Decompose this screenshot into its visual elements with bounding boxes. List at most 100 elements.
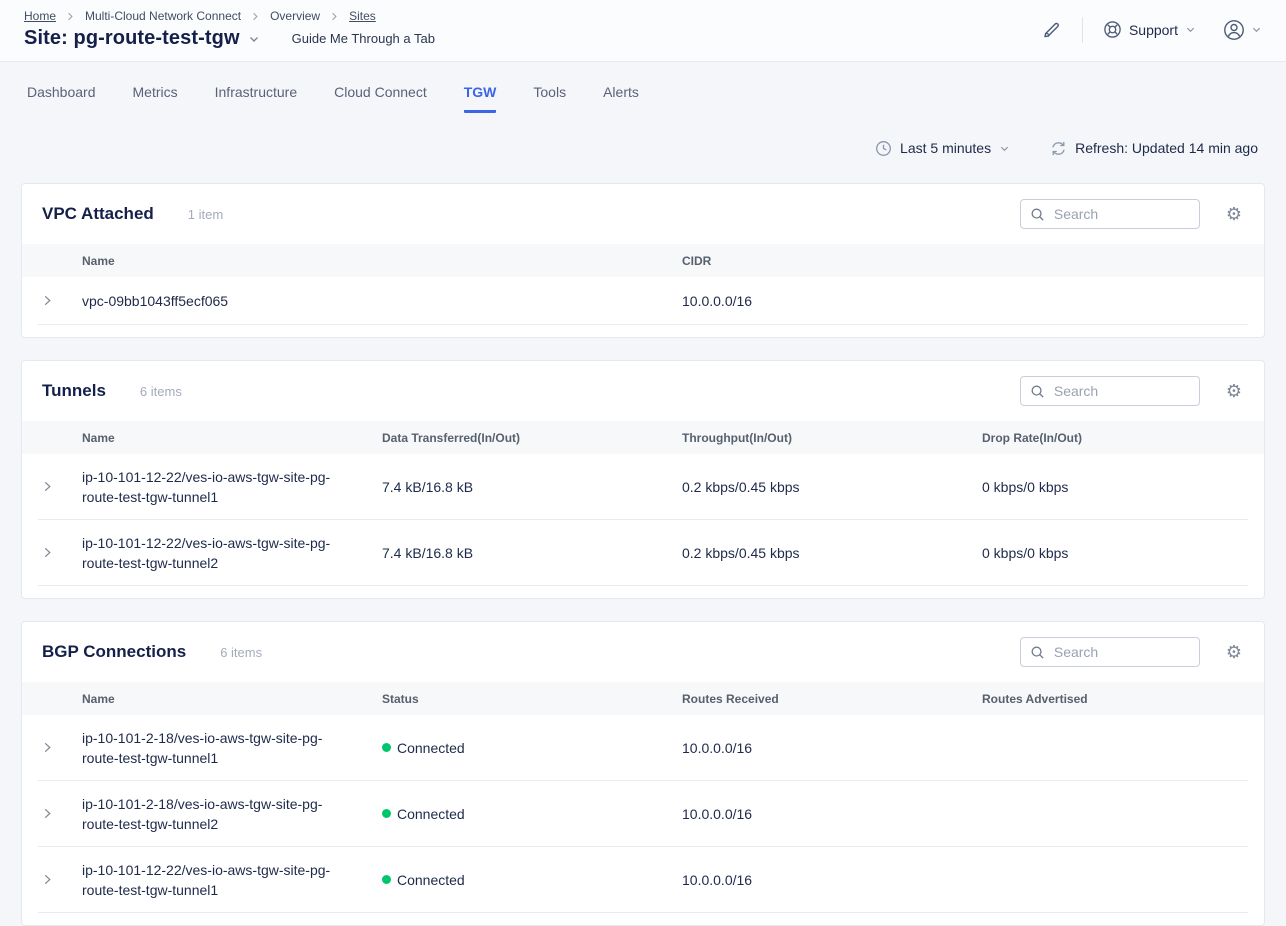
cell: 0 kbps/0 kbps xyxy=(982,477,1248,497)
table-row[interactable]: vpc-09bb1043ff5ecf06510.0.0.0/16 xyxy=(38,277,1248,325)
panel-title: BGP Connections xyxy=(42,642,186,662)
row-expander-chevron-icon[interactable] xyxy=(38,873,82,886)
support-menu[interactable]: Support xyxy=(1103,20,1196,39)
cell: 0.2 kbps/0.45 kbps xyxy=(682,477,982,497)
breadcrumb-item: Overview xyxy=(270,9,320,23)
name-cell: ip-10-101-12-22/ves-io-aws-tgw-site-pg-r… xyxy=(82,467,382,507)
name-cell: ip-10-101-12-22/ves-io-aws-tgw-site-pg-r… xyxy=(82,533,382,573)
panel-tunnels: Tunnels 6 items ⚙ NameData Transferred(I… xyxy=(21,360,1265,599)
cell: 7.4 kB/16.8 kB xyxy=(382,477,682,497)
site-dropdown-chevron-icon[interactable] xyxy=(248,33,260,45)
column-header: Routes Advertised xyxy=(982,692,1248,706)
gear-icon[interactable]: ⚙ xyxy=(1224,643,1244,661)
search-box xyxy=(1020,199,1200,229)
row-expander-chevron-icon[interactable] xyxy=(38,807,82,820)
table-row[interactable]: ip-10-101-12-22/ves-io-aws-tgw-site-pg-r… xyxy=(38,520,1248,586)
row-expander-chevron-icon[interactable] xyxy=(38,480,82,493)
page-title: Site: pg-route-test-tgw xyxy=(24,27,240,50)
tab-cloud-connect[interactable]: Cloud Connect xyxy=(334,76,427,113)
row-expander-chevron-icon[interactable] xyxy=(38,294,82,307)
column-header: Status xyxy=(382,692,682,706)
cell: 10.0.0.0/16 xyxy=(682,804,982,824)
tab-infrastructure[interactable]: Infrastructure xyxy=(215,76,297,113)
table-row[interactable]: ip-10-101-12-22/ves-io-aws-tgw-site-pg-r… xyxy=(38,847,1248,913)
status-dot-icon xyxy=(382,743,391,752)
breadcrumb-item[interactable]: Home xyxy=(24,9,56,23)
time-range-label: Last 5 minutes xyxy=(900,140,991,156)
search-input[interactable] xyxy=(1052,643,1190,661)
support-label: Support xyxy=(1129,22,1178,38)
table-row[interactable]: ip-10-101-2-18/ves-io-aws-tgw-site-pg-ro… xyxy=(38,715,1248,781)
name-cell: ip-10-101-2-18/ves-io-aws-tgw-site-pg-ro… xyxy=(82,794,382,834)
user-avatar-icon xyxy=(1222,18,1246,42)
cell: 10.0.0.0/16 xyxy=(682,870,982,890)
account-menu[interactable] xyxy=(1222,18,1262,42)
toolbar: Last 5 minutes Refresh: Updated 14 min a… xyxy=(0,133,1258,163)
gear-icon[interactable]: ⚙ xyxy=(1224,382,1244,400)
cell: 7.4 kB/16.8 kB xyxy=(382,543,682,563)
tab-alerts[interactable]: Alerts xyxy=(603,76,639,113)
app-header: Home Multi-Cloud Network Connect Overview S… xyxy=(0,0,1286,62)
clock-icon xyxy=(875,140,892,157)
table-row[interactable]: ip-10-101-12-22/ves-io-aws-tgw-site-pg-r… xyxy=(38,454,1248,520)
table-body: ip-10-101-12-22/ves-io-aws-tgw-site-pg-r… xyxy=(22,454,1264,598)
breadcrumb-item: Multi-Cloud Network Connect xyxy=(85,9,241,23)
column-header: CIDR xyxy=(682,254,1248,268)
cell: 0 kbps/0 kbps xyxy=(982,543,1248,563)
column-header: Drop Rate(In/Out) xyxy=(982,431,1248,445)
row-expander-chevron-icon[interactable] xyxy=(38,741,82,754)
guide-me-link[interactable]: Guide Me Through a Tab xyxy=(292,31,435,46)
column-header: Name xyxy=(82,692,382,706)
panel-count: 1 item xyxy=(188,207,223,222)
breadcrumb: Home Multi-Cloud Network Connect Overview S… xyxy=(24,9,435,23)
tab-tools[interactable]: Tools xyxy=(533,76,566,113)
tab-bar: Dashboard Metrics Infrastructure Cloud Conn… xyxy=(0,76,1286,113)
time-range-chevron-icon xyxy=(999,143,1010,154)
column-header: Data Transferred(In/Out) xyxy=(382,431,682,445)
status-cell: Connected xyxy=(382,738,682,758)
breadcrumb-separator-icon xyxy=(65,11,76,22)
status-label: Connected xyxy=(397,870,465,890)
panel-vpc-attached: VPC Attached 1 item ⚙ NameCIDR vpc-09bb1… xyxy=(21,183,1265,338)
panel-title: VPC Attached xyxy=(42,204,154,224)
support-chevron-down-icon xyxy=(1185,24,1196,35)
search-icon xyxy=(1030,645,1045,660)
panel-title: Tunnels xyxy=(42,381,106,401)
panel-count: 6 items xyxy=(220,645,262,660)
column-header: Name xyxy=(82,254,682,268)
panel-count: 6 items xyxy=(140,384,182,399)
status-cell: Connected xyxy=(382,870,682,890)
search-icon xyxy=(1030,384,1045,399)
row-expander-chevron-icon[interactable] xyxy=(38,546,82,559)
table-header-row: NameCIDR xyxy=(22,244,1264,277)
gear-icon[interactable]: ⚙ xyxy=(1224,205,1244,223)
refresh-button[interactable]: Refresh: Updated 14 min ago xyxy=(1050,140,1258,157)
tab-tgw[interactable]: TGW xyxy=(464,76,497,113)
status-label: Connected xyxy=(397,804,465,824)
table-body: ip-10-101-2-18/ves-io-aws-tgw-site-pg-ro… xyxy=(22,715,1264,925)
search-icon xyxy=(1030,207,1045,222)
time-range-selector[interactable]: Last 5 minutes xyxy=(875,140,1010,157)
table-row[interactable]: ip-10-101-2-18/ves-io-aws-tgw-site-pg-ro… xyxy=(38,781,1248,847)
search-input[interactable] xyxy=(1052,382,1190,400)
pencil-icon[interactable] xyxy=(1040,19,1062,41)
search-input[interactable] xyxy=(1052,205,1190,223)
status-cell: Connected xyxy=(382,804,682,824)
status-dot-icon xyxy=(382,875,391,884)
lifebuoy-icon xyxy=(1103,20,1122,39)
tab-dashboard[interactable]: Dashboard xyxy=(27,76,96,113)
tab-metrics[interactable]: Metrics xyxy=(133,76,178,113)
name-cell: ip-10-101-12-22/ves-io-aws-tgw-site-pg-r… xyxy=(82,860,382,900)
name-cell: vpc-09bb1043ff5ecf065 xyxy=(82,291,682,311)
breadcrumb-separator-icon xyxy=(329,11,340,22)
column-header: Name xyxy=(82,431,382,445)
refresh-icon xyxy=(1050,140,1067,157)
breadcrumb-item[interactable]: Sites xyxy=(349,9,376,23)
status-label: Connected xyxy=(397,738,465,758)
search-box xyxy=(1020,376,1200,406)
column-header: Routes Received xyxy=(682,692,982,706)
header-divider xyxy=(1082,17,1083,43)
search-box xyxy=(1020,637,1200,667)
column-header: Throughput(In/Out) xyxy=(682,431,982,445)
name-cell: ip-10-101-2-18/ves-io-aws-tgw-site-pg-ro… xyxy=(82,728,382,768)
